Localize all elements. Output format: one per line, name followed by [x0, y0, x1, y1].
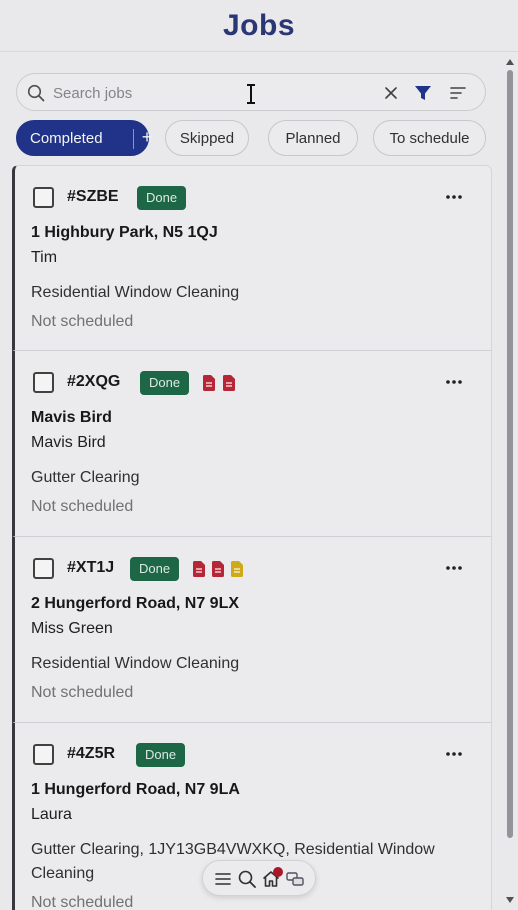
document-icon[interactable]	[193, 561, 205, 577]
job-service: Gutter Clearing	[31, 469, 140, 486]
close-icon[interactable]	[383, 85, 399, 101]
job-id: #2XQG	[67, 373, 121, 390]
select-checkbox[interactable]	[33, 558, 54, 579]
select-checkbox[interactable]	[33, 187, 54, 208]
filter-chip-label: To schedule	[389, 129, 470, 147]
job-service: Residential Window Cleaning	[31, 655, 240, 672]
job-card[interactable]: #2XQG Done Mavis Bird Mavis Bird Gutter …	[12, 351, 492, 537]
job-client: Tim	[31, 249, 58, 266]
search-input[interactable]	[53, 81, 353, 105]
status-badge: Done	[137, 186, 187, 210]
more-horizontal-icon[interactable]	[443, 559, 465, 577]
jobs-page: Jobs Completed + Skipped Planned To sche…	[0, 0, 518, 910]
job-id: #4Z5R	[67, 745, 116, 762]
job-schedule: Not scheduled	[31, 313, 134, 330]
job-address: 1 Hungerford Road, N7 9LA	[31, 781, 240, 798]
job-id: #SZBE	[67, 188, 119, 205]
select-checkbox[interactable]	[33, 372, 54, 393]
funnel-icon[interactable]	[414, 84, 432, 102]
page-title: Jobs	[222, 8, 296, 42]
search-icon	[27, 84, 45, 102]
filter-chip-planned[interactable]: Planned	[268, 120, 358, 156]
notification-dot	[273, 867, 283, 877]
job-card[interactable]: #XT1J Done 2 Hungerford Road, N7 9LX Mis…	[12, 537, 492, 723]
scrollbar-thumb[interactable]	[507, 70, 513, 838]
page-header: Jobs	[0, 0, 518, 52]
add-filter-button[interactable]: +	[138, 127, 156, 148]
job-client: Mavis Bird	[31, 434, 106, 451]
search-icon[interactable]	[237, 869, 257, 889]
bottom-navigation	[202, 860, 316, 896]
job-address: 1 Highbury Park, N5 1QJ	[31, 224, 218, 241]
filter-chip-to-schedule[interactable]: To schedule	[373, 120, 486, 156]
menu-icon[interactable]	[213, 869, 233, 889]
scroll-up-arrow-icon[interactable]	[506, 58, 514, 66]
job-address: Mavis Bird	[31, 409, 112, 426]
document-icon[interactable]	[223, 375, 235, 391]
job-schedule: Not scheduled	[31, 684, 134, 701]
filter-chip-completed[interactable]: Completed +	[16, 120, 152, 156]
job-list: #SZBE Done 1 Highbury Park, N5 1QJ Tim R…	[12, 165, 492, 910]
sort-icon[interactable]	[449, 84, 467, 102]
document-icon[interactable]	[203, 375, 215, 391]
document-icon[interactable]	[231, 561, 243, 577]
chip-divider	[133, 129, 134, 149]
more-horizontal-icon[interactable]	[443, 745, 465, 763]
job-schedule: Not scheduled	[31, 498, 134, 515]
select-checkbox[interactable]	[33, 744, 54, 765]
document-icon[interactable]	[212, 561, 224, 577]
job-client: Miss Green	[31, 620, 113, 637]
job-service: Residential Window Cleaning	[31, 284, 240, 301]
job-client: Laura	[31, 806, 72, 823]
chat-icon[interactable]	[285, 869, 305, 889]
more-horizontal-icon[interactable]	[443, 373, 465, 391]
status-badge: Done	[130, 557, 180, 581]
status-badge: Done	[136, 743, 186, 767]
filter-chip-label: Skipped	[179, 129, 235, 147]
search-bar	[16, 73, 486, 111]
text-cursor-icon	[247, 84, 255, 104]
job-schedule: Not scheduled	[31, 894, 134, 910]
scroll-down-arrow-icon[interactable]	[506, 896, 514, 904]
more-horizontal-icon[interactable]	[443, 188, 465, 206]
status-badge: Done	[140, 371, 190, 395]
filter-chip-label: Planned	[285, 129, 341, 147]
job-address: 2 Hungerford Road, N7 9LX	[31, 595, 240, 612]
job-card[interactable]: #SZBE Done 1 Highbury Park, N5 1QJ Tim R…	[12, 165, 492, 351]
vertical-scrollbar[interactable]	[506, 58, 514, 908]
filter-chip-label: Completed	[30, 129, 103, 147]
job-id: #XT1J	[67, 559, 115, 576]
filter-chip-skipped[interactable]: Skipped	[165, 120, 249, 156]
